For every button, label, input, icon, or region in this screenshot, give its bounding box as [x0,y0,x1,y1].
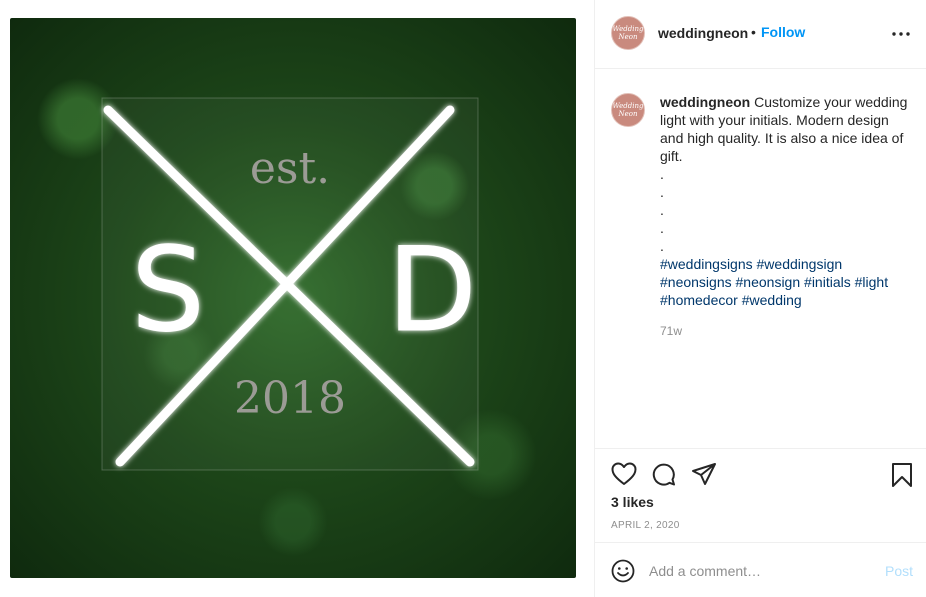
likes-count[interactable]: 3 likes [611,494,654,510]
sign-letter-d: D [387,223,476,358]
post-header: Wedding Neon weddingneon • Follow [595,0,926,69]
comment-bar: Post [595,542,926,597]
caption-dot: . [660,202,664,218]
heart-icon[interactable] [611,462,637,491]
sign-text-est: est. [250,143,330,194]
neon-sign: est. S D 2018 [101,97,479,471]
caption-time-ago[interactable]: 71w [660,324,682,338]
caption-dot: . [660,184,664,200]
comment-icon[interactable] [651,462,677,491]
caption-username[interactable]: weddingneon [660,94,750,110]
hashtag-link[interactable]: #wedding [742,292,802,308]
more-options-icon[interactable] [889,22,913,46]
caption-hashtags: #weddingsigns #weddingsign #neonsigns #n… [660,255,910,309]
avatar[interactable]: Wedding Neon [611,16,645,50]
action-bar [595,448,926,499]
bookmark-icon[interactable] [891,462,913,493]
post-comment-button[interactable]: Post [885,563,913,579]
hashtag-link[interactable]: #neonsign [736,274,801,290]
hashtag-link[interactable]: #light [855,274,888,290]
post-view: est. S D 2018 Wedding Neon weddingneon •… [0,0,926,597]
caption-avatar[interactable]: Wedding Neon [611,93,645,127]
post-photo[interactable]: est. S D 2018 [10,18,576,578]
caption: weddingneon Customize your wedding light… [660,93,910,309]
post-date[interactable]: APRIL 2, 2020 [611,520,680,531]
comment-input[interactable] [649,561,869,581]
post-side-panel: Wedding Neon weddingneon • Follow Weddin… [594,0,926,597]
caption-avatar-logo-text: Wedding Neon [612,102,644,118]
hashtag-link[interactable]: #weddingsigns [660,256,753,272]
sign-letter-s: S [131,223,205,358]
hashtag-link[interactable]: #weddingsign [757,256,843,272]
caption-dot: . [660,220,664,236]
avatar-logo-text: Wedding Neon [612,25,644,41]
header-separator: • [751,24,756,40]
caption-dot: . [660,166,664,182]
hashtag-link[interactable]: #homedecor [660,292,738,308]
sign-text-year: 2018 [234,373,346,424]
caption-dot: . [660,238,664,254]
follow-button[interactable]: Follow [761,24,805,40]
emoji-icon[interactable] [611,559,635,588]
header-username[interactable]: weddingneon [658,25,748,41]
share-icon[interactable] [691,462,717,491]
hashtag-link[interactable]: #initials [804,274,851,290]
hashtag-link[interactable]: #neonsigns [660,274,732,290]
